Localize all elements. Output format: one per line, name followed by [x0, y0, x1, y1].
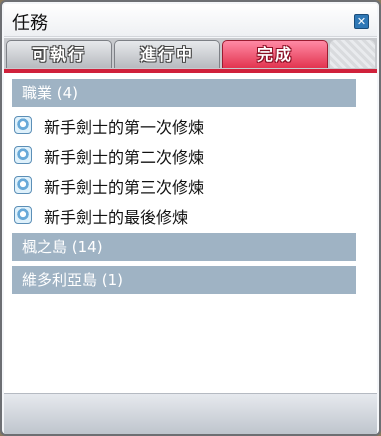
quest-title: 新手劍士的第一次修煉	[44, 118, 205, 137]
quest-window: 任務 ✕ 可執行 進行中 完成 職業 (4) 新手劍士的第一次修煉 新手劍士的第…	[0, 0, 381, 436]
quest-item[interactable]: 新手劍士的最後修煉	[14, 203, 344, 229]
window-title: 任務	[12, 13, 48, 34]
quest-title: 新手劍士的第三次修煉	[44, 178, 205, 197]
quest-title: 新手劍士的第二次修煉	[44, 148, 205, 167]
quest-scroll-icon	[14, 206, 32, 224]
tab-available[interactable]: 可執行	[6, 40, 112, 68]
quest-item[interactable]: 新手劍士的第一次修煉	[14, 113, 344, 139]
category-victoria-island[interactable]: 維多利亞島 (1)	[12, 266, 356, 294]
tab-in-progress[interactable]: 進行中	[114, 40, 220, 68]
category-maple-island[interactable]: 楓之島 (14)	[12, 233, 356, 261]
title-bar[interactable]: 任務 ✕	[4, 4, 377, 37]
quest-list: 職業 (4) 新手劍士的第一次修煉 新手劍士的第二次修煉 新手劍士的第三次修煉 …	[4, 73, 377, 393]
category-job[interactable]: 職業 (4)	[12, 79, 356, 107]
quest-title: 新手劍士的最後修煉	[44, 208, 189, 227]
quest-item[interactable]: 新手劍士的第三次修煉	[14, 173, 344, 199]
quest-scroll-icon	[14, 176, 32, 194]
close-icon: ✕	[356, 15, 367, 28]
tab-completed[interactable]: 完成	[222, 40, 328, 68]
quest-scroll-icon	[14, 116, 32, 134]
window-footer	[4, 393, 377, 434]
quest-item[interactable]: 新手劍士的第二次修煉	[14, 143, 344, 169]
tab-filler	[330, 40, 375, 68]
close-button[interactable]: ✕	[354, 14, 369, 29]
tab-bar: 可執行 進行中 完成	[4, 38, 377, 70]
quest-scroll-icon	[14, 146, 32, 164]
